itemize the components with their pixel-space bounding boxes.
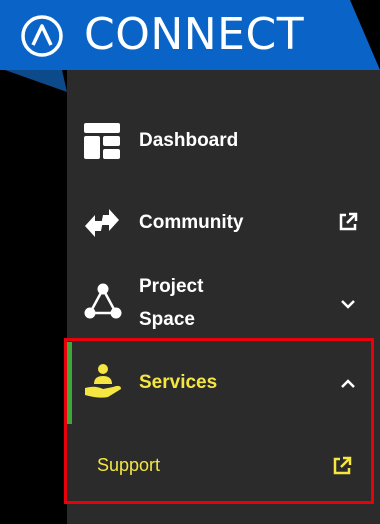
exchange-arrows-icon [83,206,121,245]
network-triangle-icon [83,282,123,325]
nav-item-label: Dashboard [139,130,239,151]
nav-item-label-line2: Space [139,309,195,330]
chevron-down-icon [340,296,356,314]
external-link-icon [332,456,352,481]
nav-item-project-space[interactable]: Project Space [67,266,380,336]
dashboard-grid-icon [83,122,121,165]
nav-item-dashboard[interactable]: Dashboard [67,108,380,174]
chevron-up-icon [340,376,356,394]
nav-item-label-line1: Project [139,276,204,297]
nav-item-community[interactable]: Community [67,190,380,256]
nav-item-services[interactable]: Services [67,350,380,416]
sub-item-label: Support [97,455,161,475]
brand-title: CONNECT [84,9,305,60]
nav-item-label: Community [139,212,244,233]
nav-item-label: Services [139,372,218,393]
hand-service-icon [83,362,123,405]
lambda-circle-logo-icon[interactable] [20,14,64,58]
external-link-icon [338,212,358,237]
sub-item-support[interactable]: Support [67,440,380,490]
